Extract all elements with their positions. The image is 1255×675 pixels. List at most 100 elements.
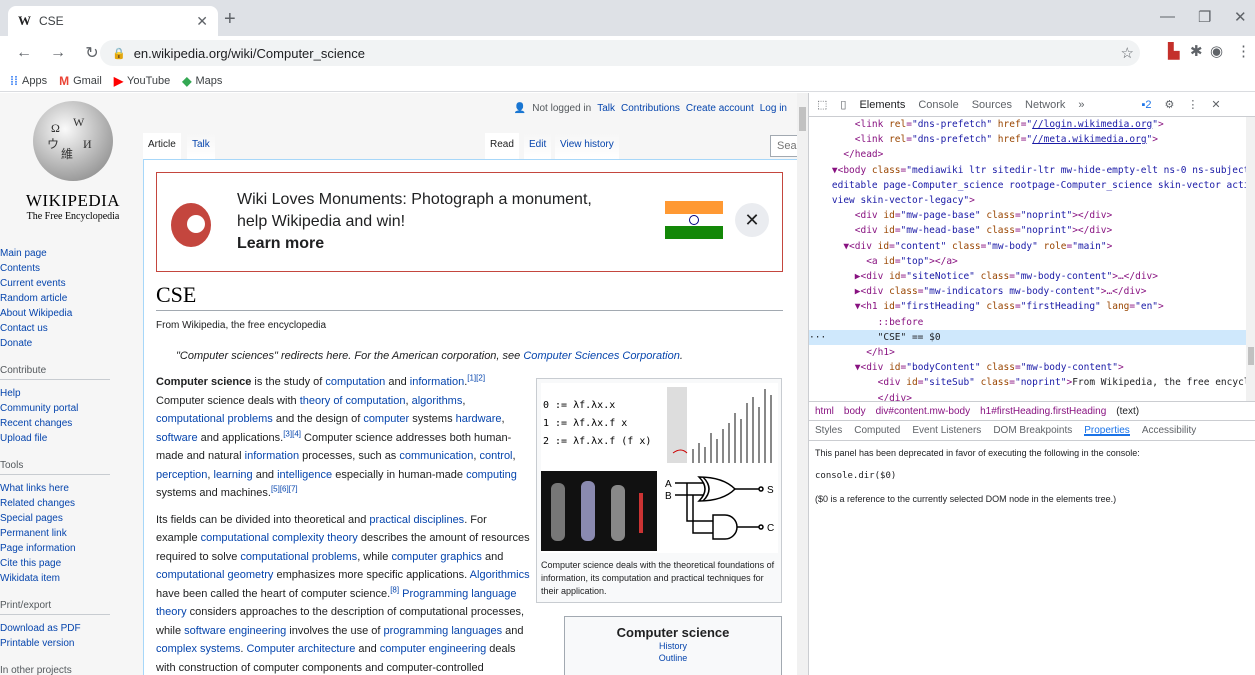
link-computational-problems[interactable]: computational problems (156, 413, 273, 425)
link-algorithmics[interactable]: Algorithmics (470, 569, 530, 581)
inspect-element-icon[interactable]: ⬚ (817, 98, 827, 111)
link-information-2[interactable]: information (245, 450, 299, 462)
crumb-content[interactable]: div#content.mw-body (876, 406, 971, 417)
dom-node[interactable]: <a id="top"></a> (809, 254, 1255, 269)
contributions-link[interactable]: Contributions (621, 103, 680, 114)
personal-talk-link[interactable]: Talk (597, 103, 615, 114)
infobox-link-history[interactable]: History (565, 640, 781, 652)
dom-node[interactable]: ::before (809, 315, 1255, 330)
profile-icon[interactable]: ◉ (1210, 42, 1223, 60)
settings-gear-icon[interactable]: ⚙ (1165, 98, 1175, 111)
wlm-banner[interactable]: Wiki Loves Monuments: Photograph a monum… (156, 172, 783, 272)
crumb-body[interactable]: body (844, 406, 866, 417)
dom-scroll-thumb[interactable] (1248, 347, 1254, 365)
tab-elements[interactable]: Elements (859, 99, 905, 111)
link-software-engineering[interactable]: software engineering (184, 625, 286, 637)
menu-kebab-icon[interactable]: ⋮ (1236, 42, 1251, 60)
link-computer-graphics[interactable]: computer graphics (391, 551, 482, 563)
sidebar-item-related-changes[interactable]: Related changes (0, 496, 145, 511)
close-window-icon[interactable]: ✕ (1234, 8, 1247, 26)
tab-talk[interactable]: Talk (187, 133, 215, 159)
sidebar-item-cite[interactable]: Cite this page (0, 556, 145, 571)
dom-node[interactable]: editable page-Computer_science rootpage-… (809, 178, 1255, 193)
link-learning[interactable]: learning (214, 469, 253, 481)
log-in-link[interactable]: Log in (760, 103, 787, 114)
sidebar-item-recent-changes[interactable]: Recent changes (0, 416, 145, 431)
hatnote-link[interactable]: Computer Sciences Corporation (523, 350, 680, 362)
link-computer-architecture[interactable]: Computer architecture (246, 643, 355, 655)
link-computation[interactable]: computation (325, 376, 385, 388)
link-computer[interactable]: computer (363, 413, 409, 425)
bookmark-maps[interactable]: ◆ Maps (182, 74, 222, 88)
devtools-close-icon[interactable]: ✕ (1211, 98, 1220, 111)
sidebar-item-page-information[interactable]: Page information (0, 541, 145, 556)
sidebar-item-download-pdf[interactable]: Download as PDF (0, 621, 145, 636)
more-tabs-icon[interactable]: » (1078, 99, 1084, 111)
page-scrollbar[interactable] (797, 93, 808, 675)
link-computing[interactable]: computing (466, 469, 517, 481)
dom-tree[interactable]: <link rel="dns-prefetch" href="//login.w… (809, 117, 1255, 401)
device-toolbar-icon[interactable]: ▯ (840, 98, 846, 111)
sidebar-item-about[interactable]: About Wikipedia (0, 306, 145, 321)
sidebar-item-current-events[interactable]: Current events (0, 276, 145, 291)
link-algorithms[interactable]: algorithms (412, 395, 463, 407)
dom-node[interactable]: <div id="mw-head-base" class="noprint"><… (809, 223, 1255, 238)
tab-dom-breakpoints[interactable]: DOM Breakpoints (993, 425, 1072, 436)
tab-styles[interactable]: Styles (815, 425, 842, 436)
page-scroll-thumb[interactable] (799, 107, 806, 131)
dom-node[interactable]: view skin-vector-legacy"> (809, 193, 1255, 208)
sidebar-item-help[interactable]: Help (0, 386, 145, 401)
minimize-icon[interactable]: — (1160, 8, 1175, 25)
dom-scrollbar[interactable] (1246, 117, 1255, 401)
ref-1-2[interactable]: [1][2] (467, 373, 485, 382)
dom-node[interactable]: ▼<div id="content" class="mw-body" role=… (809, 239, 1255, 254)
sidebar-item-random-article[interactable]: Random article (0, 291, 145, 306)
sidebar-item-contents[interactable]: Contents (0, 261, 145, 276)
dom-node[interactable]: <link rel="dns-prefetch" href="//meta.wi… (809, 132, 1255, 147)
link-perception[interactable]: perception (156, 469, 207, 481)
dom-node[interactable]: <div id="siteSub" class="noprint">From W… (809, 375, 1255, 390)
maximize-icon[interactable]: ❐ (1198, 8, 1211, 26)
sidebar-item-community-portal[interactable]: Community portal (0, 401, 145, 416)
sidebar-item-contact[interactable]: Contact us (0, 321, 145, 336)
dom-node[interactable]: </div> (809, 391, 1255, 401)
bookmark-star-icon[interactable]: ☆ (1121, 44, 1134, 62)
reload-icon[interactable]: ↻ (82, 43, 102, 63)
link-complex-systems[interactable]: complex systems (156, 643, 240, 655)
extensions-puzzle-icon[interactable]: ✱ (1190, 42, 1203, 60)
link-theory-computation[interactable]: theory of computation (300, 395, 406, 407)
crumb-text[interactable]: (text) (1116, 406, 1139, 417)
link-complexity-theory[interactable]: computational complexity theory (201, 532, 358, 544)
tab-article[interactable]: Article (143, 133, 181, 159)
bookmark-apps[interactable]: ⁞⁞ Apps (10, 74, 47, 88)
tab-accessibility[interactable]: Accessibility (1142, 425, 1196, 436)
tab-computed[interactable]: Computed (854, 425, 900, 436)
ref-8[interactable]: [8] (390, 585, 399, 594)
link-software[interactable]: software (156, 432, 198, 444)
sidebar-item-donate[interactable]: Donate (0, 336, 145, 351)
sidebar-item-what-links-here[interactable]: What links here (0, 481, 145, 496)
search-input[interactable] (770, 135, 797, 157)
tab-sources[interactable]: Sources (972, 99, 1012, 111)
dom-node[interactable]: <link rel="dns-prefetch" href="//login.w… (809, 117, 1255, 132)
tab-event-listeners[interactable]: Event Listeners (912, 425, 981, 436)
banner-close-button[interactable]: ✕ (735, 203, 769, 237)
link-communication[interactable]: communication (399, 450, 473, 462)
dom-node[interactable]: ▼<h1 id="firstHeading" class="firstHeadi… (809, 299, 1255, 314)
link-computer-engineering[interactable]: computer engineering (380, 643, 486, 655)
link-programming-languages[interactable]: programming languages (383, 625, 502, 637)
tab-properties[interactable]: Properties (1084, 425, 1130, 436)
dom-node[interactable]: ▶<div id="siteNotice" class="mw-body-con… (809, 269, 1255, 284)
sidebar-item-special-pages[interactable]: Special pages (0, 511, 145, 526)
issues-badge[interactable]: ▪2 (1142, 99, 1152, 111)
pdf-extension-icon[interactable]: ▙ (1168, 42, 1180, 60)
dom-node[interactable]: ▼<body class="mediawiki ltr sitedir-ltr … (809, 163, 1255, 178)
bookmark-youtube[interactable]: ▶ YouTube (114, 74, 170, 88)
crumb-heading[interactable]: h1#firstHeading.firstHeading (980, 406, 1106, 417)
tab-view-history[interactable]: View history (555, 133, 619, 159)
ref-5-7[interactable]: [5][6][7] (271, 484, 298, 493)
bookmark-gmail[interactable]: M Gmail (59, 74, 102, 88)
dom-node[interactable]: ▼<div id="bodyContent" class="mw-body-co… (809, 360, 1255, 375)
sidebar-item-wikidata[interactable]: Wikidata item (0, 571, 145, 586)
link-hardware[interactable]: hardware (456, 413, 502, 425)
